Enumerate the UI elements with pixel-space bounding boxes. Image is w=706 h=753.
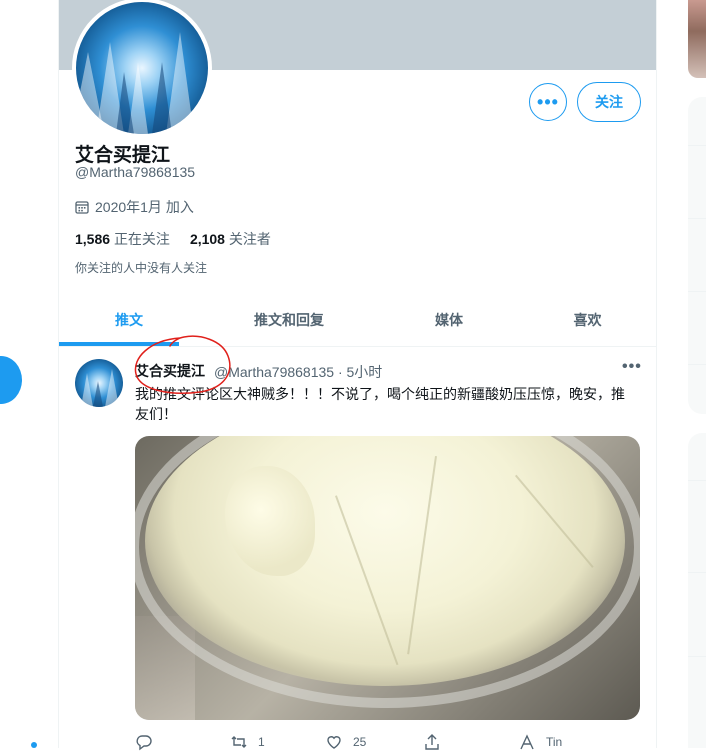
followed-by-note: 你关注的人中没有人关注 — [75, 261, 208, 275]
retweet-icon — [231, 736, 247, 748]
like-button[interactable]: 25 — [325, 733, 366, 751]
sidebar-image-fragment — [688, 0, 706, 78]
retweet-count: 1 — [258, 735, 265, 749]
sidebar-divider — [688, 480, 706, 481]
share-icon — [425, 734, 439, 750]
tweet-text: 我的推文评论区大神贼多！！！不说了，喝个纯正的新疆酸奶压压惊，晚安，推友们！ — [135, 386, 625, 422]
tweet-image-yogurt[interactable] — [135, 436, 640, 720]
translate-label: Tin — [546, 735, 563, 749]
joined-date: 2020年1月 加入 — [75, 197, 194, 217]
tweet-avatar[interactable] — [75, 359, 123, 407]
column-border-right — [656, 0, 657, 748]
profile-tabs: 推文 推文和回复 媒体 喜欢 — [59, 296, 656, 347]
sidebar-divider — [688, 145, 706, 146]
tab-tweets[interactable]: 推文 — [59, 296, 199, 346]
like-icon — [327, 736, 341, 749]
following-count: 1,586 — [75, 231, 111, 247]
profile-name: 艾合买提江 — [75, 145, 171, 166]
sidebar-divider — [688, 364, 706, 365]
profile-handle: @Martha79868135 — [75, 164, 196, 180]
glass-bowl — [135, 436, 640, 708]
sidebar-divider — [688, 218, 706, 219]
more-options-button[interactable]: ••• — [529, 83, 567, 121]
like-count: 25 — [353, 735, 367, 749]
followers-link[interactable]: 2,108 关注者 — [190, 231, 271, 247]
translate-button[interactable]: Tin — [518, 733, 562, 751]
profile-avatar[interactable] — [72, 0, 212, 138]
nav-dot — [31, 742, 37, 748]
follow-stats: 1,586 正在关注 2,108 关注者 — [75, 229, 271, 249]
tab-media[interactable]: 媒体 — [379, 296, 519, 346]
compose-button-edge[interactable] — [0, 356, 22, 404]
following-label: 正在关注 — [113, 231, 170, 247]
tweet-more-icon[interactable]: ••• — [622, 358, 642, 376]
joined-text: 2020年1月 加入 — [95, 199, 194, 215]
following-link[interactable]: 1,586 正在关注 — [75, 231, 170, 247]
tab-likes[interactable]: 喜欢 — [519, 296, 656, 346]
followers-count: 2,108 — [189, 231, 225, 247]
follow-button[interactable]: 关注 — [577, 82, 641, 122]
reply-icon — [136, 735, 152, 751]
reply-button[interactable] — [135, 733, 163, 751]
tweet-meta[interactable]: @Martha79868135 · 5小时 — [214, 362, 382, 382]
tweet-actions: 1 25 Tin — [135, 733, 640, 753]
calendar-icon — [75, 201, 89, 214]
share-button[interactable] — [423, 733, 451, 751]
column-border-left — [58, 0, 59, 748]
tab-tweets-replies[interactable]: 推文和回复 — [219, 296, 359, 346]
followers-label: 关注者 — [228, 231, 271, 247]
sidebar-divider — [688, 291, 706, 292]
tweet-author[interactable]: 艾合买提江 — [135, 361, 205, 381]
sidebar-divider — [688, 572, 706, 573]
translate-icon — [520, 734, 534, 750]
sidebar-divider — [688, 656, 706, 657]
active-tab-indicator — [59, 342, 179, 346]
retweet-button[interactable]: 1 — [230, 733, 265, 751]
